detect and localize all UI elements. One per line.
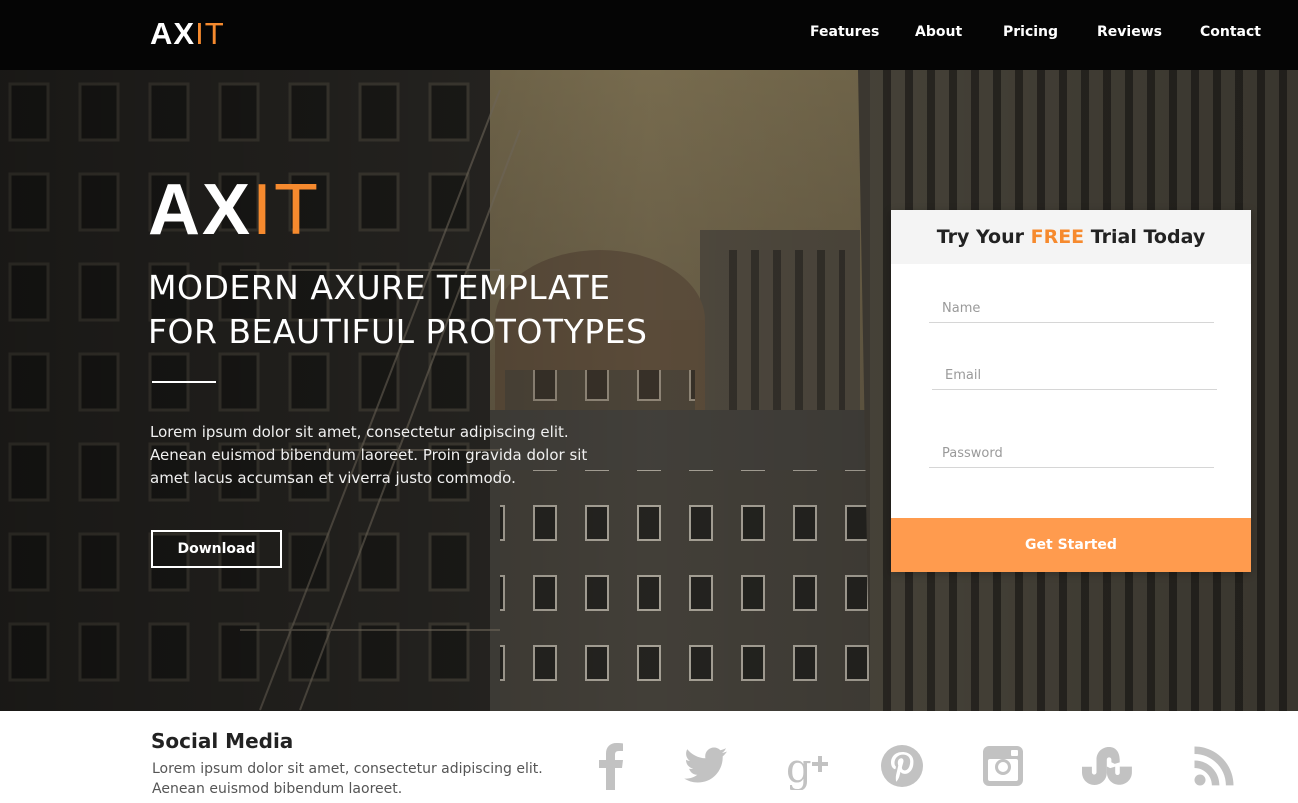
trial-signup-card: Try Your FREE Trial Today Get Started bbox=[891, 210, 1251, 572]
hero-headline: MODERN AXURE TEMPLATE FOR BEAUTIFUL PROT… bbox=[148, 266, 647, 354]
facebook-icon[interactable] bbox=[583, 741, 639, 791]
nav-about[interactable]: About bbox=[915, 24, 962, 40]
get-started-button[interactable]: Get Started bbox=[891, 518, 1251, 572]
instagram-icon[interactable] bbox=[975, 741, 1031, 791]
headline-line-2: FOR BEAUTIFUL PROTOTYPES bbox=[148, 312, 648, 351]
title-highlight: FREE bbox=[1030, 226, 1085, 248]
email-field[interactable] bbox=[932, 368, 1217, 390]
password-field[interactable] bbox=[929, 446, 1214, 468]
google-plus-icon[interactable]: g bbox=[782, 741, 838, 791]
rss-icon[interactable] bbox=[1186, 741, 1242, 791]
brand-logo[interactable]: AXIT bbox=[150, 16, 225, 52]
name-field[interactable] bbox=[929, 301, 1214, 323]
social-media-title: Social Media bbox=[151, 729, 294, 753]
hero-logo-accent: IT bbox=[252, 170, 321, 250]
hero-divider bbox=[152, 381, 216, 383]
top-navbar: AXIT Features About Pricing Reviews Cont… bbox=[0, 0, 1298, 70]
logo-accent-text: IT bbox=[195, 16, 225, 51]
hero-logo: AXIT bbox=[148, 172, 320, 248]
pinterest-icon[interactable] bbox=[874, 741, 930, 791]
title-prefix: Try Your bbox=[936, 226, 1031, 248]
download-button[interactable]: Download bbox=[151, 530, 282, 568]
nav-contact[interactable]: Contact bbox=[1200, 24, 1261, 40]
social-media-description: Lorem ipsum dolor sit amet, consectetur … bbox=[152, 759, 552, 799]
stumbleupon-icon[interactable] bbox=[1081, 741, 1137, 791]
twitter-icon[interactable] bbox=[678, 741, 734, 791]
hero-description: Lorem ipsum dolor sit amet, consectetur … bbox=[150, 423, 588, 487]
headline-line-1: MODERN AXURE TEMPLATE bbox=[148, 268, 611, 307]
title-suffix: Trial Today bbox=[1084, 226, 1206, 248]
social-desc-line-1: Lorem ipsum dolor sit amet, consectetur … bbox=[152, 761, 543, 777]
nav-pricing[interactable]: Pricing bbox=[1003, 24, 1058, 40]
signup-card-title: Try Your FREE Trial Today bbox=[891, 210, 1251, 264]
nav-reviews[interactable]: Reviews bbox=[1097, 24, 1162, 40]
social-desc-line-2: Aenean euismod bibendum laoreet. bbox=[152, 781, 403, 797]
svg-text:g: g bbox=[786, 746, 812, 790]
nav-features[interactable]: Features bbox=[810, 24, 879, 40]
logo-main-text: AX bbox=[150, 16, 196, 51]
hero-logo-main: AX bbox=[148, 170, 253, 250]
social-media-section: Social Media Lorem ipsum dolor sit amet,… bbox=[0, 711, 1298, 803]
